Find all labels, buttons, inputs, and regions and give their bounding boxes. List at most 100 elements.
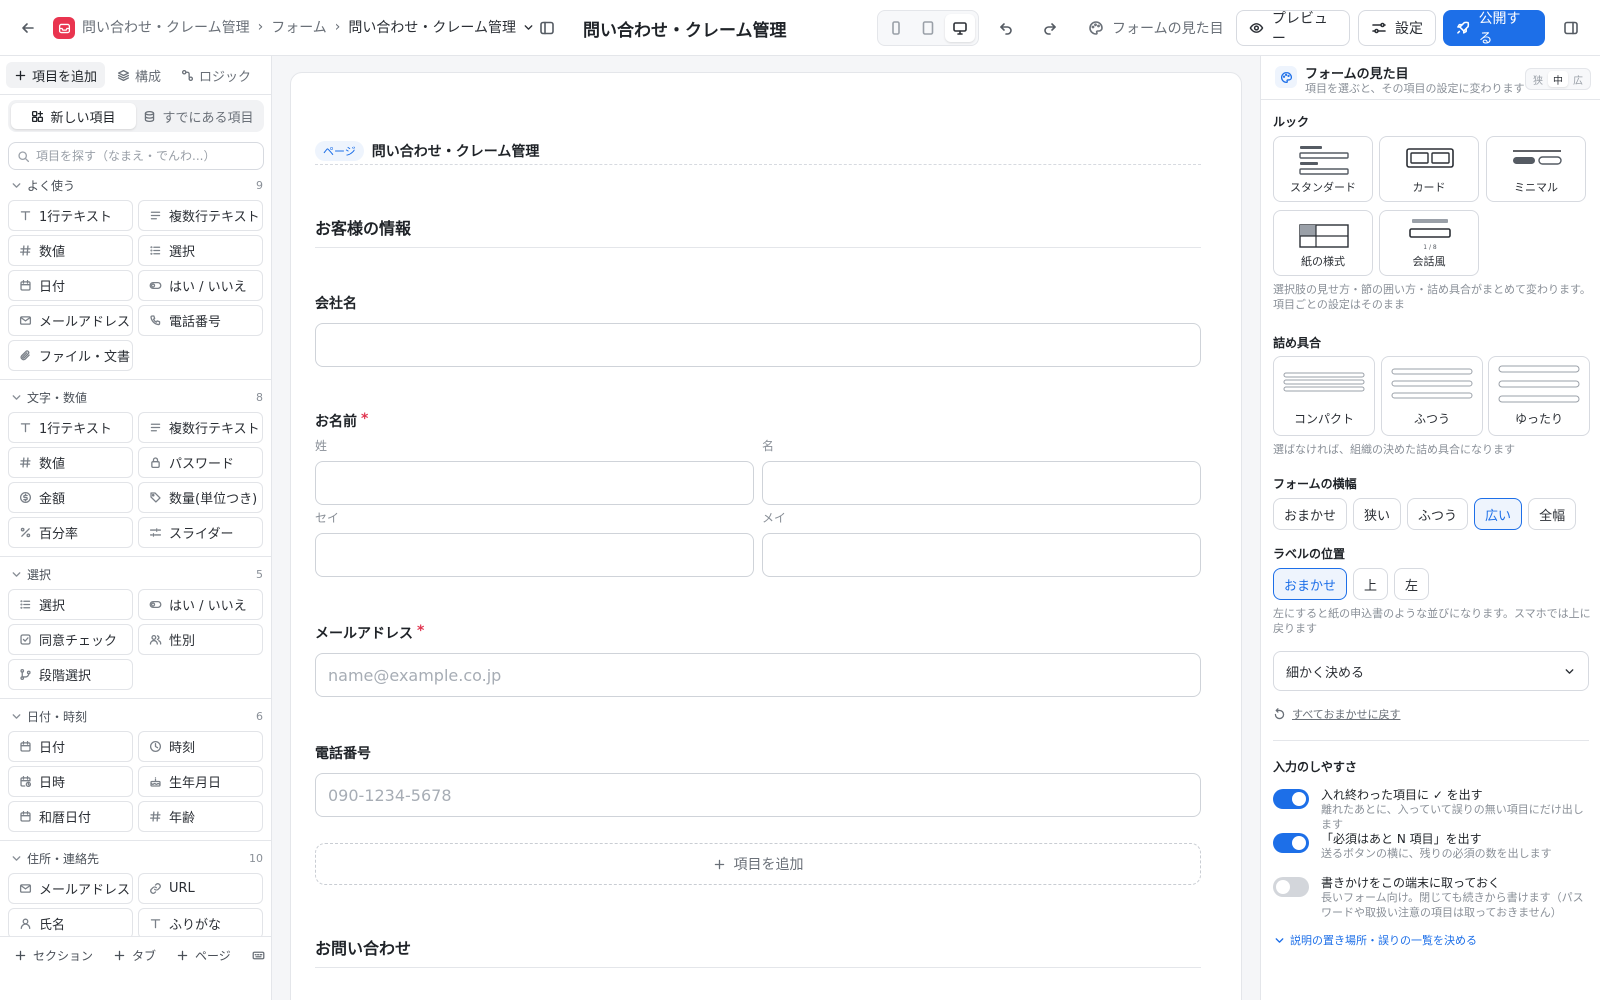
company-input[interactable] (315, 323, 1201, 367)
last-name-kana-input[interactable] (315, 533, 754, 577)
field-type-item[interactable]: URL (138, 873, 263, 904)
add-field-button[interactable]: 項目を追加 (315, 843, 1201, 885)
section-title-customer[interactable]: お客様の情報 (315, 215, 411, 239)
field-type-item[interactable]: パスワード (138, 447, 263, 478)
section-title-inquiry[interactable]: お問い合わせ (315, 935, 411, 959)
field-type-item[interactable]: 和暦日付 (8, 801, 133, 832)
checkmark-toggle[interactable] (1273, 789, 1309, 809)
category-header[interactable]: 文字・数値 8 (0, 386, 271, 408)
field-label-email[interactable]: メールアドレス * (315, 623, 424, 643)
field-type-item[interactable]: 複数行テキスト (138, 412, 263, 443)
field-type-item[interactable]: 性別 (138, 624, 263, 655)
add-tab-button[interactable]: タブ (113, 947, 156, 964)
density-narrow-button[interactable]: 狭 (1528, 71, 1548, 87)
save-draft-toggle[interactable] (1273, 877, 1309, 897)
width-full-button[interactable]: 全幅 (1528, 498, 1577, 530)
look-card-option[interactable]: カード (1379, 136, 1479, 202)
field-type-item[interactable]: はい / いいえ (138, 589, 263, 620)
form-look-button[interactable]: フォームの見た目 (1088, 18, 1224, 38)
density-medium-button[interactable]: 中 (1548, 71, 1568, 87)
category-header[interactable]: よく使う 9 (0, 174, 271, 196)
field-type-item[interactable]: 氏名 (8, 908, 133, 936)
breadcrumb-current-form[interactable]: 問い合わせ・クレーム管理 (348, 17, 535, 37)
category-header[interactable]: 日付・時刻 6 (0, 705, 271, 727)
density-normal-option[interactable]: ふつう (1381, 356, 1483, 436)
look-paper-option[interactable]: 紙の様式 (1273, 210, 1373, 276)
page-name[interactable]: 問い合わせ・クレーム管理 (372, 141, 540, 161)
field-type-item[interactable]: 電話番号 (138, 305, 263, 336)
label-position-top-button[interactable]: 上 (1353, 568, 1389, 600)
density-compact-option[interactable]: コンパクト (1273, 356, 1375, 436)
field-type-item[interactable]: 同意チェック (8, 624, 133, 655)
field-type-item[interactable]: メールアドレス (8, 305, 133, 336)
width-narrow-button[interactable]: 狭い (1353, 498, 1402, 530)
email-input[interactable] (315, 653, 1201, 697)
field-type-item[interactable]: はい / いいえ (138, 270, 263, 301)
last-name-input[interactable] (315, 461, 754, 505)
error-summary-expand-link[interactable]: 説明の置き場所・誤りの一覧を決める (1273, 932, 1477, 948)
look-conversation-option[interactable]: 1 / 8 会話風 (1379, 210, 1479, 276)
keyboard-shortcuts-button[interactable] (252, 949, 265, 962)
density-wide-button[interactable]: 広 (1568, 71, 1588, 87)
field-label-name[interactable]: お名前 * (315, 411, 368, 431)
look-minimal-option[interactable]: ミニマル (1486, 136, 1586, 202)
field-type-item[interactable]: 年齢 (138, 801, 263, 832)
back-button[interactable] (16, 16, 40, 40)
density-relaxed-option[interactable]: ゆったり (1488, 356, 1590, 436)
field-type-item[interactable]: 段階選択 (8, 659, 133, 690)
tablet-view-button[interactable] (913, 14, 943, 42)
breadcrumb-app[interactable]: 問い合わせ・クレーム管理 (82, 17, 250, 37)
tab-logic[interactable]: ロジック (173, 62, 259, 88)
label-position-left-button[interactable]: 左 (1394, 568, 1430, 600)
field-type-item[interactable]: 数量(単位つき) (138, 482, 263, 513)
field-type-item[interactable]: 百分率 (8, 517, 133, 548)
field-type-item[interactable]: 日時 (8, 766, 133, 797)
existing-fields-button[interactable]: すでにある項目 (136, 103, 261, 129)
desktop-view-button[interactable] (945, 14, 975, 42)
field-type-item[interactable]: 時刻 (138, 731, 263, 762)
breadcrumb-forms[interactable]: フォーム (271, 17, 327, 37)
add-section-button[interactable]: セクション (14, 947, 93, 964)
phone-input[interactable] (315, 773, 1201, 817)
preview-button[interactable]: プレビュー (1236, 10, 1350, 47)
width-normal-button[interactable]: ふつう (1407, 498, 1469, 530)
label-position-auto-button[interactable]: おまかせ (1273, 568, 1348, 600)
field-type-item[interactable]: ファイル・文書 (8, 340, 133, 371)
field-type-item[interactable]: メールアドレス (8, 873, 133, 904)
publish-button[interactable]: 公開する (1443, 10, 1545, 47)
fine-tune-dropdown[interactable]: 細かく決める (1273, 651, 1589, 691)
look-standard-option[interactable]: スタンダード (1273, 136, 1373, 202)
add-page-button[interactable]: ページ (176, 947, 231, 964)
category-header[interactable]: 選択 5 (0, 563, 271, 585)
field-type-item[interactable]: 選択 (138, 235, 263, 266)
field-type-item[interactable]: 1行テキスト (8, 200, 133, 231)
field-label-company[interactable]: 会社名 (315, 293, 357, 313)
first-name-input[interactable] (762, 461, 1201, 505)
new-fields-button[interactable]: 新しい項目 (11, 103, 136, 129)
field-search-input[interactable] (36, 149, 255, 163)
right-panel-toggle-button[interactable] (1561, 18, 1581, 38)
field-type-item[interactable]: ふりがな (138, 908, 263, 936)
category-header[interactable]: 住所・連絡先 10 (0, 847, 271, 869)
field-type-item[interactable]: 複数行テキスト (138, 200, 263, 231)
tab-add-field[interactable]: 項目を追加 (6, 62, 106, 88)
mobile-view-button[interactable] (881, 14, 911, 42)
redo-button[interactable] (1040, 18, 1060, 38)
field-type-item[interactable]: 金額 (8, 482, 133, 513)
width-auto-button[interactable]: おまかせ (1273, 498, 1348, 530)
field-label-phone[interactable]: 電話番号 (315, 743, 371, 763)
field-type-item[interactable]: 日付 (8, 270, 133, 301)
field-type-item[interactable]: 数値 (8, 447, 133, 478)
field-type-item[interactable]: 日付 (8, 731, 133, 762)
first-name-kana-input[interactable] (762, 533, 1201, 577)
field-type-item[interactable]: 生年月日 (138, 766, 263, 797)
field-type-item[interactable]: 数値 (8, 235, 133, 266)
tab-structure[interactable]: 構成 (109, 62, 169, 88)
reset-all-link[interactable]: すべておまかせに戻す (1273, 706, 1400, 722)
sidebar-toggle-button[interactable] (537, 18, 557, 38)
field-type-item[interactable]: 1行テキスト (8, 412, 133, 443)
undo-button[interactable] (996, 18, 1016, 38)
settings-button[interactable]: 設定 (1358, 10, 1436, 46)
field-type-item[interactable]: スライダー (138, 517, 263, 548)
field-type-item[interactable]: 選択 (8, 589, 133, 620)
